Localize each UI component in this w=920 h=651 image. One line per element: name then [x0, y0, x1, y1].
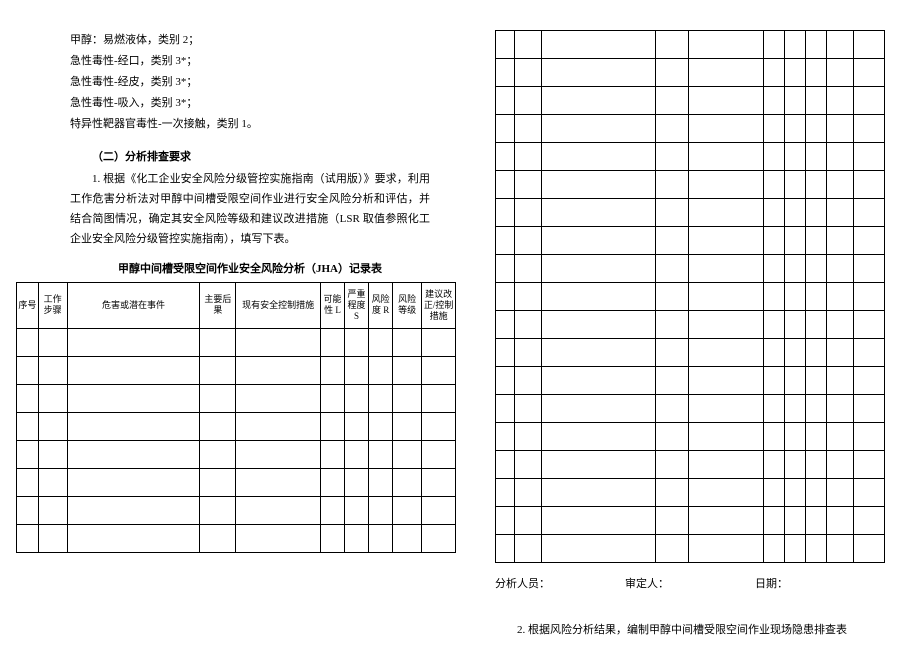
col-s: 严重程度 S [345, 282, 369, 328]
table-row [496, 423, 885, 451]
col-conseq: 主要后果 [200, 282, 236, 328]
table-row [496, 199, 885, 227]
col-step: 工作步骤 [38, 282, 67, 328]
table-row [496, 479, 885, 507]
table-row [496, 227, 885, 255]
table-row [17, 524, 456, 552]
table-row [496, 339, 885, 367]
signoff-row: 分析人员： 审定人： 日期： [495, 575, 885, 591]
table-row [496, 367, 885, 395]
analyst-label: 分析人员： [495, 575, 625, 591]
table-row [17, 328, 456, 356]
date-label: 日期： [755, 575, 885, 591]
table-row [17, 412, 456, 440]
requirement-item-2: 2. 根据风险分析结果，编制甲醇中间槽受限空间作业现场隐患排查表 [495, 621, 885, 641]
col-hazard: 危害或潜在事件 [67, 282, 200, 328]
table-row [496, 31, 885, 59]
table-row [17, 356, 456, 384]
table-row [496, 87, 885, 115]
jha-table-continued [495, 30, 885, 563]
table-row [17, 440, 456, 468]
hazard-line: 急性毒性-吸入，类别 3*； [70, 93, 430, 114]
table-row [496, 143, 885, 171]
col-r: 风险度 R [369, 282, 393, 328]
hazard-classification-list: 甲醇：易燃液体，类别 2； 急性毒性-经口，类别 3*； 急性毒性-经皮，类别 … [70, 30, 430, 134]
table-row [496, 115, 885, 143]
col-suggest: 建议改正/控制措施 [422, 282, 456, 328]
table-row [17, 384, 456, 412]
col-control: 现有安全控制措施 [236, 282, 320, 328]
reviewer-label: 审定人： [625, 575, 755, 591]
hazard-line: 特异性靶器官毒性-一次接触，类别 1。 [70, 114, 430, 135]
table-row [496, 535, 885, 563]
hazard-line: 甲醇：易燃液体，类别 2； [70, 30, 430, 51]
table-row [496, 451, 885, 479]
hazard-line: 急性毒性-经口，类别 3*； [70, 51, 430, 72]
requirement-paragraph: 1. 根据《化工企业安全风险分级管控实施指南（试用版）》要求，利用工作危害分析法… [70, 170, 430, 249]
table-row [496, 255, 885, 283]
table-row [17, 496, 456, 524]
table-row [496, 395, 885, 423]
table-row [17, 468, 456, 496]
table-row [496, 311, 885, 339]
section-heading: （二）分析排查要求 [70, 148, 430, 164]
jha-header-row: 序号 工作步骤 危害或潜在事件 主要后果 现有安全控制措施 可能性 L 严重程度… [17, 282, 456, 328]
jha-table: 序号 工作步骤 危害或潜在事件 主要后果 现有安全控制措施 可能性 L 严重程度… [16, 282, 456, 553]
table-row [496, 59, 885, 87]
col-level: 风险等级 [393, 282, 422, 328]
table-row [496, 283, 885, 311]
col-l: 可能性 L [320, 282, 344, 328]
col-seq: 序号 [17, 282, 39, 328]
table-row [496, 171, 885, 199]
table-row [496, 507, 885, 535]
hazard-line: 急性毒性-经皮，类别 3*； [70, 72, 430, 93]
jha-table-title: 甲醇中间槽受限空间作业安全风险分析（JHA）记录表 [70, 260, 430, 276]
